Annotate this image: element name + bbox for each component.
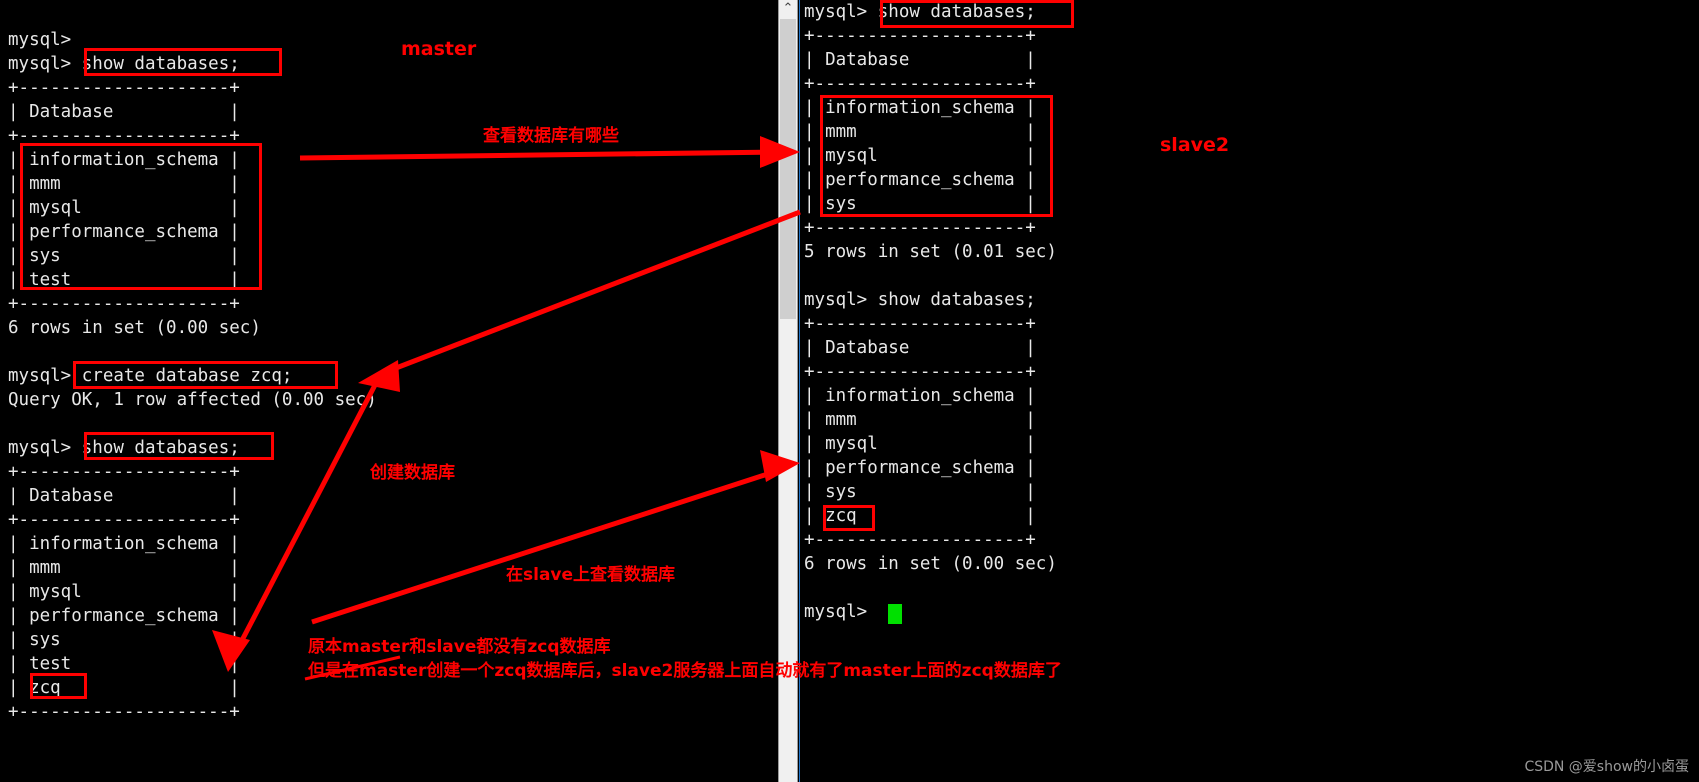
watermark: CSDN @爱show的小卤蛋 [1524,759,1689,775]
terminal-line: | sys | [8,246,240,266]
terminal-line: | zcq | [804,506,1036,526]
terminal-line: | information_schema | [804,98,1036,118]
terminal-line: | performance_schema | [804,170,1036,190]
terminal-line: +--------------------+ [8,294,240,314]
terminal-line: | sys | [804,482,1036,502]
terminal-line: | information_schema | [8,150,240,170]
summary-note-line-2: 但是在master创建一个zcq数据库后，slave2服务器上面自动就有了mas… [308,661,1062,681]
terminal-line: | performance_schema | [804,458,1036,478]
scrollbar-thumb[interactable] [780,19,796,319]
terminal-cursor [888,604,902,624]
terminal-line: | mmm | [8,174,240,194]
terminal-line: mysql> show databases; [804,2,1036,22]
terminal-line: +--------------------+ [8,510,240,530]
terminal-line: | performance_schema | [8,222,240,242]
terminal-line: mysql> [8,30,72,50]
terminal-line: 6 rows in set (0.00 sec) [804,554,1057,574]
terminal-line: +--------------------+ [804,314,1036,334]
terminal-line: | sys | [804,194,1036,214]
terminal-line: +--------------------+ [804,530,1036,550]
label-master: master [401,38,477,60]
label-slave2: slave2 [1160,134,1230,156]
terminal-line: | mmm | [804,122,1036,142]
terminal-line: mysql> show databases; [8,438,240,458]
terminal-line: | Database | [8,102,240,122]
terminal-line: | information_schema | [804,386,1036,406]
terminal-line: +--------------------+ [804,218,1036,238]
terminal-line: Query OK, 1 row affected (0.00 sec) [8,390,377,410]
terminal-line: | mysql | [804,434,1036,454]
terminal-line: | Database | [8,486,240,506]
terminal-line: mysql> create database zcq; [8,366,293,386]
note-show-databases: 查看数据库有哪些 [483,126,619,146]
terminal-line: 5 rows in set (0.01 sec) [804,242,1057,262]
terminal-line: mysql> [804,602,878,622]
terminal-line: | information_schema | [8,534,240,554]
terminal-line: | Database | [804,338,1036,358]
terminal-line: | mysql | [804,146,1036,166]
terminal-line: +--------------------+ [804,26,1036,46]
terminal-line: mysql> show databases; [8,54,240,74]
terminal-line: +--------------------+ [804,362,1036,382]
terminal-line: | Database | [804,50,1036,70]
note-create-database: 创建数据库 [370,463,455,483]
summary-note-line-1: 原本master和slave都没有zcq数据库 [308,637,611,657]
terminal-line: | mysql | [8,198,240,218]
note-check-on-slave: 在slave上查看数据库 [506,565,676,585]
terminal-line: | performance_schema | [8,606,240,626]
terminal-line: | test | [8,270,240,290]
terminal-line: 6 rows in set (0.00 sec) [8,318,261,338]
terminal-line: +--------------------+ [8,702,240,722]
terminal-line: | mmm | [804,410,1036,430]
terminal-line: +--------------------+ [804,74,1036,94]
terminal-line: +--------------------+ [8,126,240,146]
scroll-up-arrow-icon[interactable]: ⌃ [780,0,796,18]
terminal-line: +--------------------+ [8,78,240,98]
terminal-line: mysql> show databases; [804,290,1036,310]
